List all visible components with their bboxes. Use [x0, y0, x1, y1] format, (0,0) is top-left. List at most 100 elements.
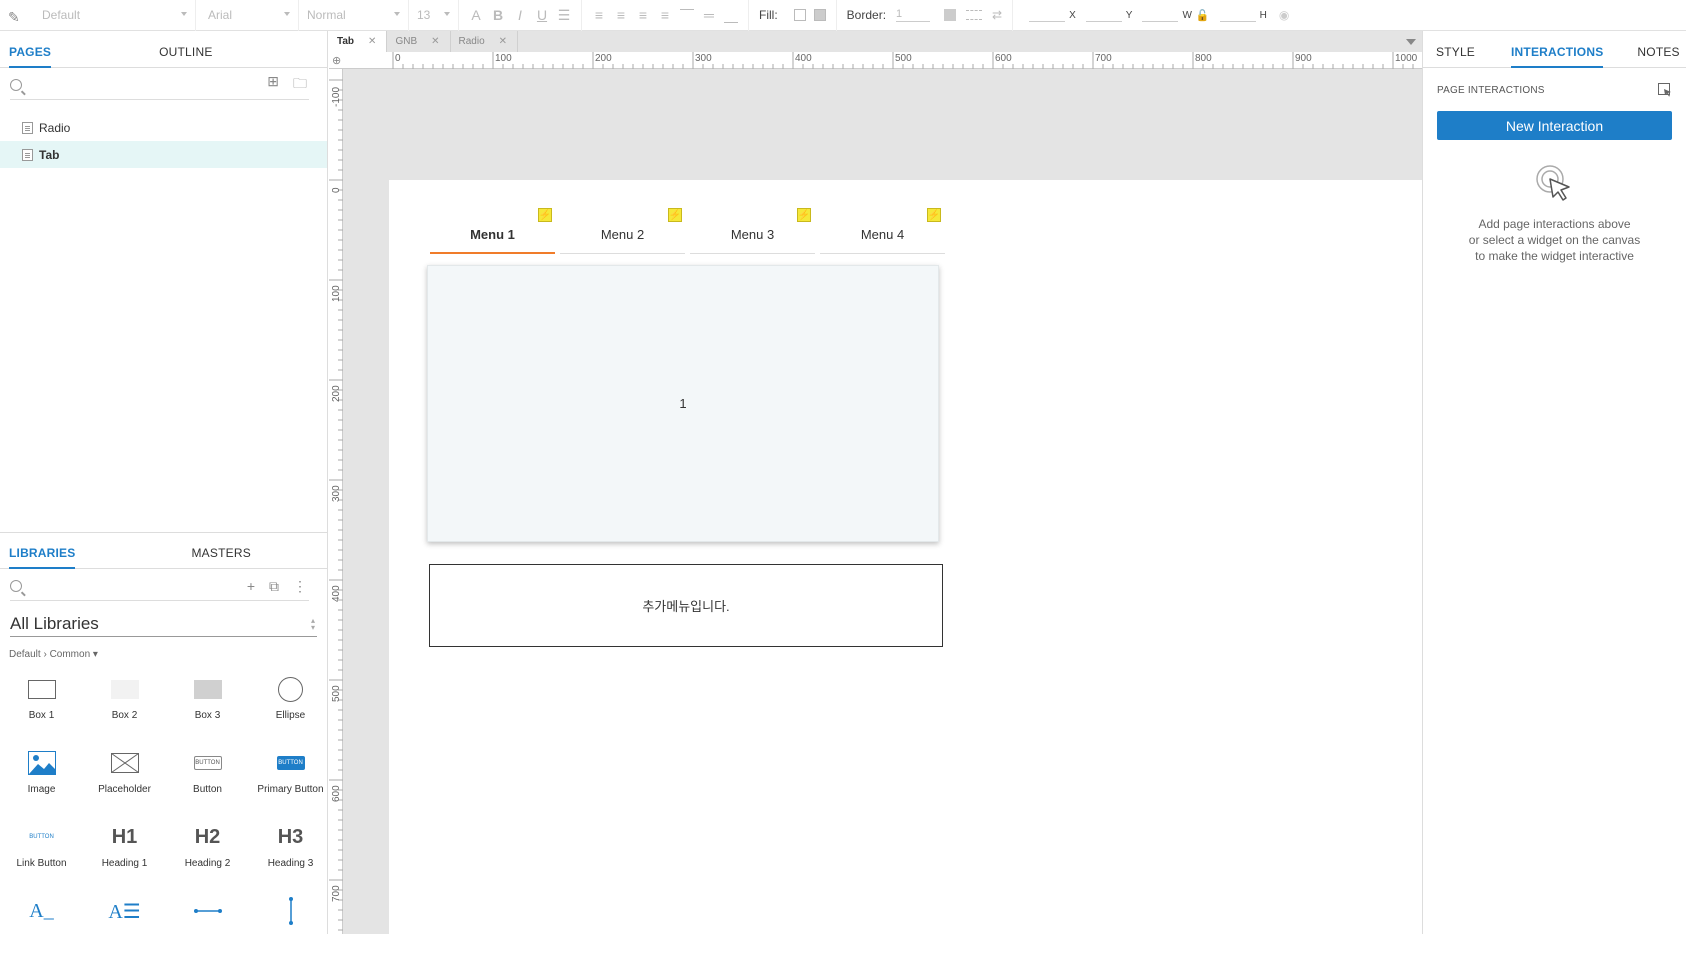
font-size-select[interactable]: 13	[409, 0, 459, 31]
widget-label: Heading 2	[184, 858, 231, 869]
tab-menu-1[interactable]: Menu 1	[430, 216, 555, 254]
more-vertical-icon[interactable]: ⋮	[293, 578, 307, 595]
widget-box-1[interactable]: Box 1	[0, 674, 83, 748]
inspector-tabbar: STYLE INTERACTIONS NOTES	[1423, 31, 1686, 68]
click-cursor-icon	[1535, 165, 1570, 201]
add-library-icon[interactable]: +	[247, 578, 255, 595]
font-color-icon[interactable]: A	[465, 4, 487, 26]
tab-notes[interactable]: NOTES	[1624, 45, 1686, 67]
widget-vertical-line[interactable]	[249, 896, 332, 970]
widget-heading-3[interactable]: H3 Heading 3	[249, 822, 332, 896]
widget-button[interactable]: BUTTON Button	[166, 748, 249, 822]
tab-libraries[interactable]: LIBRARIES	[0, 546, 84, 569]
align-left-icon[interactable]: ≡	[588, 4, 610, 26]
widget-label-text[interactable]: A_	[0, 896, 83, 970]
font-weight-select[interactable]: Normal	[299, 0, 409, 31]
page-item-radio[interactable]: Radio	[0, 114, 327, 141]
widget-paragraph[interactable]: A☰	[83, 896, 166, 970]
border-arrow-icon[interactable]: ⇄	[992, 8, 1002, 22]
interaction-badge-icon[interactable]: ⚡	[927, 208, 941, 222]
extra-menu-box[interactable]: 추가메뉴입니다.	[429, 564, 943, 647]
widget-box-2[interactable]: Box 2	[83, 674, 166, 748]
tab-masters[interactable]: MASTERS	[182, 546, 259, 568]
crosshair-icon[interactable]: ⊕	[332, 54, 341, 67]
library-copy-icon[interactable]: ⧉	[269, 578, 279, 595]
ruler-label: 300	[695, 53, 712, 64]
h-label: H	[1259, 9, 1267, 21]
interaction-badge-icon[interactable]: ⚡	[668, 208, 682, 222]
box-1-icon	[27, 679, 56, 699]
w-input[interactable]	[1142, 8, 1179, 22]
border-style-icon[interactable]	[966, 10, 983, 20]
ruler-label: 500	[331, 685, 342, 702]
valign-bottom-icon[interactable]: ⎽	[720, 4, 742, 26]
tab-style[interactable]: STYLE	[1423, 45, 1488, 67]
close-icon[interactable]: ✕	[368, 36, 376, 47]
doc-tab-tab[interactable]: Tab ✕	[329, 31, 388, 52]
widget-link-button[interactable]: BUTTON Link Button	[0, 822, 83, 896]
bullet-list-icon[interactable]: ☰	[553, 4, 575, 26]
library-breadcrumb[interactable]: Default › Common ▾	[9, 649, 327, 660]
libraries-search[interactable]: + ⧉ ⋮	[0, 569, 327, 603]
ellipse-icon	[278, 676, 303, 702]
libraries-section: LIBRARIES MASTERS + ⧉ ⋮ All Libraries ▴ ▾…	[0, 532, 327, 934]
border-width-input[interactable]: 1	[896, 8, 931, 22]
bold-icon[interactable]: B	[487, 4, 509, 26]
document-tabs: Tab ✕ GNB ✕ Radio ✕	[329, 31, 1422, 52]
interaction-badge-icon[interactable]: ⚡	[538, 208, 552, 222]
widget-image[interactable]: Image	[0, 748, 83, 822]
align-right-icon[interactable]: ≡	[632, 4, 654, 26]
ruler-label: -100	[331, 86, 342, 107]
fill-color-swatch[interactable]	[793, 9, 806, 21]
font-family-value: Arial	[208, 8, 233, 22]
underline-icon[interactable]: U	[531, 4, 553, 26]
visibility-icon[interactable]: ◉	[1279, 8, 1289, 22]
widget-label: Primary Button	[257, 784, 324, 795]
valign-top-icon[interactable]: ⎺	[676, 4, 698, 26]
tab-pages[interactable]: PAGES	[0, 45, 60, 68]
close-icon[interactable]: ✕	[431, 36, 439, 47]
ruler-label: 400	[795, 53, 812, 64]
hint-line: to make the widget interactive	[1475, 249, 1634, 263]
font-family-select[interactable]: Arial	[196, 0, 299, 31]
close-icon[interactable]: ✕	[499, 36, 507, 47]
new-interaction-button[interactable]: New Interaction	[1437, 111, 1672, 140]
doc-tab-radio[interactable]: Radio ✕	[451, 31, 519, 52]
tab-menu-2[interactable]: Menu 2	[560, 216, 685, 254]
vertical-ruler: -100 0 100 200 300 400 500 600 700	[329, 69, 343, 934]
tabs-dropdown-icon[interactable]	[1406, 39, 1416, 45]
widget-heading-2[interactable]: H2 Heading 2	[166, 822, 249, 896]
align-justify-icon[interactable]: ≡	[654, 4, 676, 26]
border-color-swatch[interactable]	[944, 9, 957, 21]
doc-tab-gnb[interactable]: GNB ✕	[387, 31, 451, 52]
valign-middle-icon[interactable]: ═	[698, 4, 720, 26]
widget-box-3[interactable]: Box 3	[166, 674, 249, 748]
lock-icon[interactable]: 🔓	[1196, 9, 1210, 22]
pages-search[interactable]: ⊞ 🗀	[0, 68, 327, 102]
page-item-tab[interactable]: Tab	[0, 141, 327, 168]
widget-horizontal-line[interactable]	[166, 896, 249, 970]
library-select[interactable]: All Libraries ▴ ▾	[10, 611, 317, 637]
x-input[interactable]	[1029, 8, 1066, 22]
ruler-label: 700	[331, 885, 342, 902]
fill-gradient-swatch[interactable]	[813, 9, 826, 21]
widget-heading-1[interactable]: H1 Heading 1	[83, 822, 166, 896]
widget-ellipse[interactable]: Ellipse	[249, 674, 332, 748]
interaction-badge-icon[interactable]: ⚡	[797, 208, 811, 222]
y-input[interactable]	[1085, 8, 1122, 22]
tab-interactions[interactable]: INTERACTIONS	[1498, 45, 1616, 68]
tab-content-panel[interactable]: 1	[427, 265, 939, 542]
italic-icon[interactable]: I	[509, 4, 531, 26]
align-center-icon[interactable]: ≡	[610, 4, 632, 26]
widget-primary-button[interactable]: BUTTON Primary Button	[249, 748, 332, 822]
select-widget-icon[interactable]	[1658, 83, 1672, 97]
page-icon	[22, 148, 33, 161]
widget-placeholder[interactable]: Placeholder	[83, 748, 166, 822]
widget-label: Ellipse	[275, 710, 306, 721]
font-size-value: 13	[417, 8, 431, 22]
style-select[interactable]: ✎ Default	[0, 0, 196, 31]
add-folder-icon[interactable]: 🗀	[293, 73, 307, 97]
add-page-icon[interactable]: ⊞	[267, 73, 279, 97]
h-input[interactable]	[1219, 8, 1256, 22]
tab-outline[interactable]: OUTLINE	[150, 45, 221, 67]
